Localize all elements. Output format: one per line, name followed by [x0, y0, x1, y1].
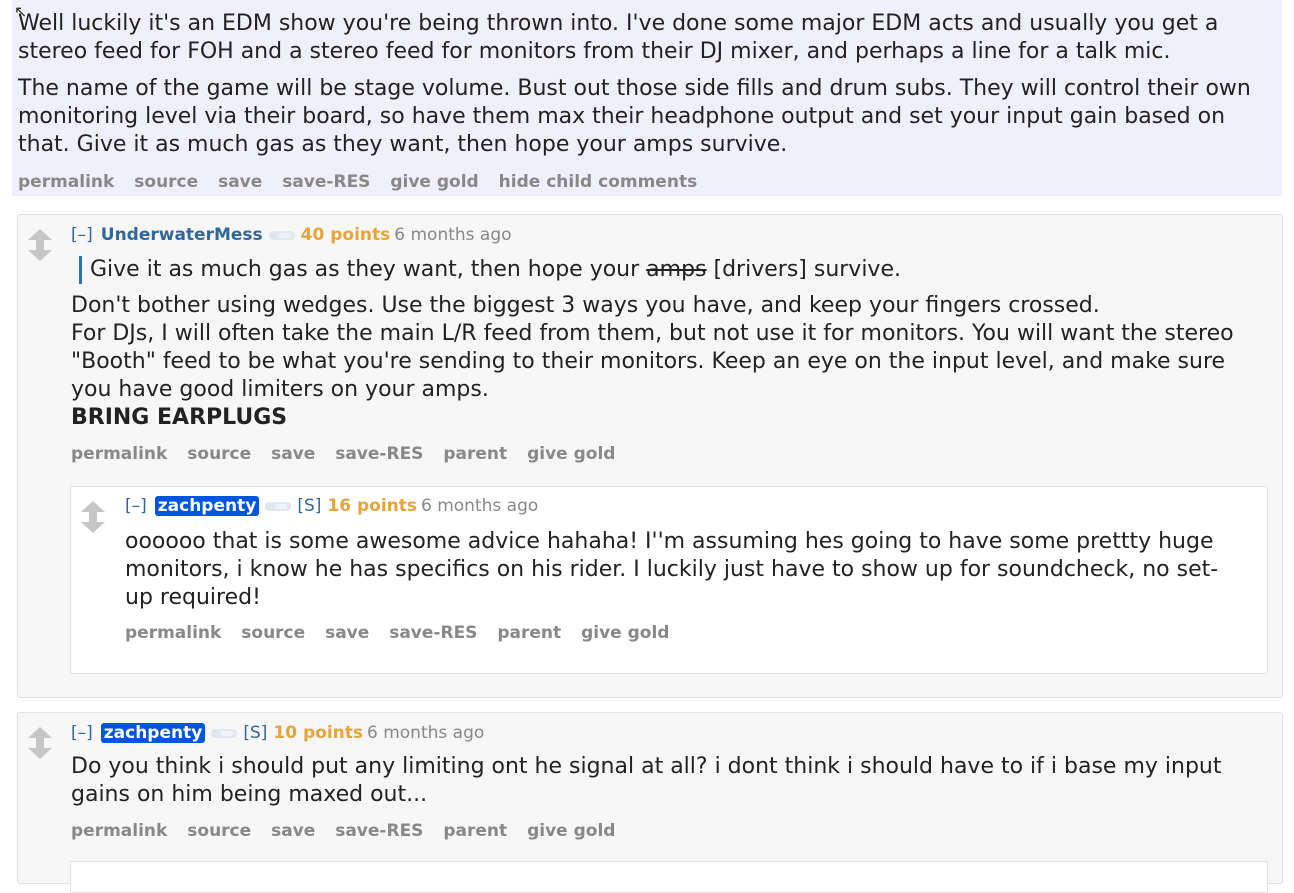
save-button[interactable]: save [271, 821, 315, 841]
user-tag-icon[interactable] [211, 728, 238, 738]
give-gold-button[interactable]: give gold [390, 172, 478, 192]
parent-comment: Well luckily it's an EDM show you're bei… [12, 0, 1282, 196]
give-gold-button[interactable]: give gold [581, 623, 669, 643]
child-comment-preview [70, 861, 1268, 893]
permalink-button[interactable]: permalink [71, 444, 167, 464]
save-button[interactable]: save [325, 623, 369, 643]
source-button[interactable]: source [187, 821, 251, 841]
save-button[interactable]: save [271, 444, 315, 464]
comment-body: oooooo that is some awesome advice hahah… [125, 528, 1235, 612]
author-link[interactable]: UnderwaterMess [101, 225, 263, 245]
comment-tagline: [–] UnderwaterMess 40 points 6 months ago [71, 225, 512, 245]
cut-off-tagline [14, 0, 474, 2]
comment-tagline: [–] zachpenty [S] 10 points 6 months ago [71, 723, 484, 743]
save-res-button[interactable]: save-RES [335, 821, 423, 841]
collapse-toggle[interactable]: [–] [125, 496, 147, 516]
timestamp[interactable]: 6 months ago [421, 496, 538, 516]
score: 10 points [273, 723, 363, 743]
comment: [–] zachpenty [S] 10 points 6 months ago Do … [17, 712, 1283, 893]
downvote-arrow-icon[interactable] [28, 241, 52, 261]
downvote-arrow-icon[interactable] [81, 513, 105, 533]
downvote-arrow-icon[interactable] [28, 739, 52, 759]
source-button[interactable]: source [134, 172, 198, 192]
permalink-button[interactable]: permalink [125, 623, 221, 643]
score: 16 points [327, 496, 417, 516]
comment-paragraph: For DJs, I will often take the main L/R … [71, 321, 1234, 402]
comment-paragraph: The name of the game will be stage volum… [18, 76, 1251, 157]
comment-actions: permalink source save save-RES parent gi… [71, 821, 629, 841]
parent-button[interactable]: parent [443, 444, 507, 464]
user-tag-icon[interactable] [265, 501, 292, 511]
quote-text: [drivers] survive. [706, 257, 901, 282]
collapse-toggle[interactable]: [–] [71, 225, 93, 245]
save-res-button[interactable]: save-RES [389, 623, 477, 643]
hide-child-comments-button[interactable]: hide child comments [499, 172, 698, 192]
upvote-arrow-icon[interactable] [28, 229, 52, 249]
comment-paragraph: Don't bother using wedges. Use the bigge… [71, 293, 1100, 318]
quote-text: Give it as much gas as they want, then h… [90, 257, 647, 282]
comment-actions: permalink source save save-RES give gold… [18, 172, 711, 192]
parent-button[interactable]: parent [443, 821, 507, 841]
blockquote: Give it as much gas as they want, then h… [79, 256, 1271, 284]
comment-actions: permalink source save save-RES parent gi… [71, 444, 629, 464]
source-button[interactable]: source [187, 444, 251, 464]
collapse-toggle[interactable]: [–] [71, 723, 93, 743]
mouse-pointer-icon: ↖ [14, 2, 28, 21]
parent-button[interactable]: parent [497, 623, 561, 643]
comment-tagline: [–] zachpenty [S] 16 points 6 months ago [125, 496, 538, 516]
user-tag-icon[interactable] [268, 230, 295, 240]
upvote-arrow-icon[interactable] [28, 727, 52, 747]
upvote-arrow-icon[interactable] [81, 501, 105, 521]
score: 40 points [300, 225, 391, 245]
permalink-button[interactable]: permalink [18, 172, 114, 192]
comment-body: Give it as much gas as they want, then h… [71, 256, 1271, 432]
comment-reply: [–] zachpenty [S] 16 points 6 months ago ooo… [70, 486, 1268, 674]
comment-body: Well luckily it's an EDM show you're bei… [18, 10, 1280, 168]
struck-text: amps [646, 257, 707, 282]
comment-paragraph: BRING EARPLUGS [71, 405, 288, 430]
give-gold-button[interactable]: give gold [527, 821, 615, 841]
vote-arrows [81, 501, 107, 533]
comment-body: Do you think i should put any limiting o… [71, 753, 1241, 809]
submitter-badge[interactable]: [S] [297, 496, 321, 516]
author-link[interactable]: zachpenty [100, 723, 206, 743]
save-res-button[interactable]: save-RES [282, 172, 370, 192]
vote-arrows [28, 727, 54, 759]
timestamp[interactable]: 6 months ago [367, 723, 484, 743]
permalink-button[interactable]: permalink [71, 821, 167, 841]
comment-paragraph: Do you think i should put any limiting o… [71, 754, 1222, 807]
save-res-button[interactable]: save-RES [335, 444, 423, 464]
author-link[interactable]: zachpenty [154, 496, 260, 516]
vote-arrows [28, 229, 54, 261]
timestamp[interactable]: 6 months ago [394, 225, 511, 245]
comment-paragraph: oooooo that is some awesome advice hahah… [125, 529, 1219, 610]
comment-paragraph: Well luckily it's an EDM show you're bei… [18, 11, 1219, 64]
save-button[interactable]: save [218, 172, 262, 192]
give-gold-button[interactable]: give gold [527, 444, 615, 464]
comment-actions: permalink source save save-RES parent gi… [125, 623, 683, 643]
submitter-badge[interactable]: [S] [243, 723, 267, 743]
source-button[interactable]: source [241, 623, 305, 643]
